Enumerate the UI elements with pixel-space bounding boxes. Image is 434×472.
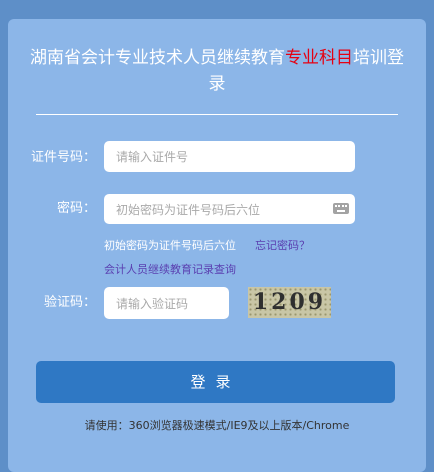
title-highlight: 专业科目 xyxy=(285,48,353,68)
captcha-code: 1209 xyxy=(252,289,327,315)
id-number-input[interactable]: 请输入证件号 xyxy=(104,141,355,172)
id-number-placeholder: 请输入证件号 xyxy=(116,150,189,164)
login-card: 湖南省会计专业技术人员继续教育专业科目培训登录 证件号码： 请输入证件号 密码：… xyxy=(8,19,426,472)
forgot-password-link[interactable]: 忘记密码？ xyxy=(255,239,310,253)
id-label: 证件号码： xyxy=(30,150,96,165)
captcha-input[interactable]: 请输入验证码 xyxy=(104,287,229,319)
keyboard-icon[interactable] xyxy=(333,203,349,214)
title-prefix: 湖南省会计专业技术人员继续教育 xyxy=(30,48,285,68)
browser-requirement-text: 请使用：360浏览器极速模式/IE9及以上版本/Chrome xyxy=(84,419,350,432)
education-records-link[interactable]: 会计人员继续教育记录查询 xyxy=(104,263,236,277)
password-input[interactable]: 初始密码为证件号码后六位 xyxy=(104,194,355,224)
captcha-image[interactable]: 1209 xyxy=(248,287,331,318)
password-label: 密码： xyxy=(56,201,96,216)
title-divider xyxy=(36,114,398,115)
page-title: 湖南省会计专业技术人员继续教育专业科目培训登录 xyxy=(28,45,406,97)
password-placeholder: 初始密码为证件号码后六位 xyxy=(116,202,261,217)
captcha-placeholder: 请输入验证码 xyxy=(116,296,189,311)
password-hint: 初始密码为证件号码后六位 xyxy=(104,239,236,252)
login-button[interactable]: 登录 xyxy=(36,361,395,403)
captcha-label: 验证码： xyxy=(43,295,96,310)
